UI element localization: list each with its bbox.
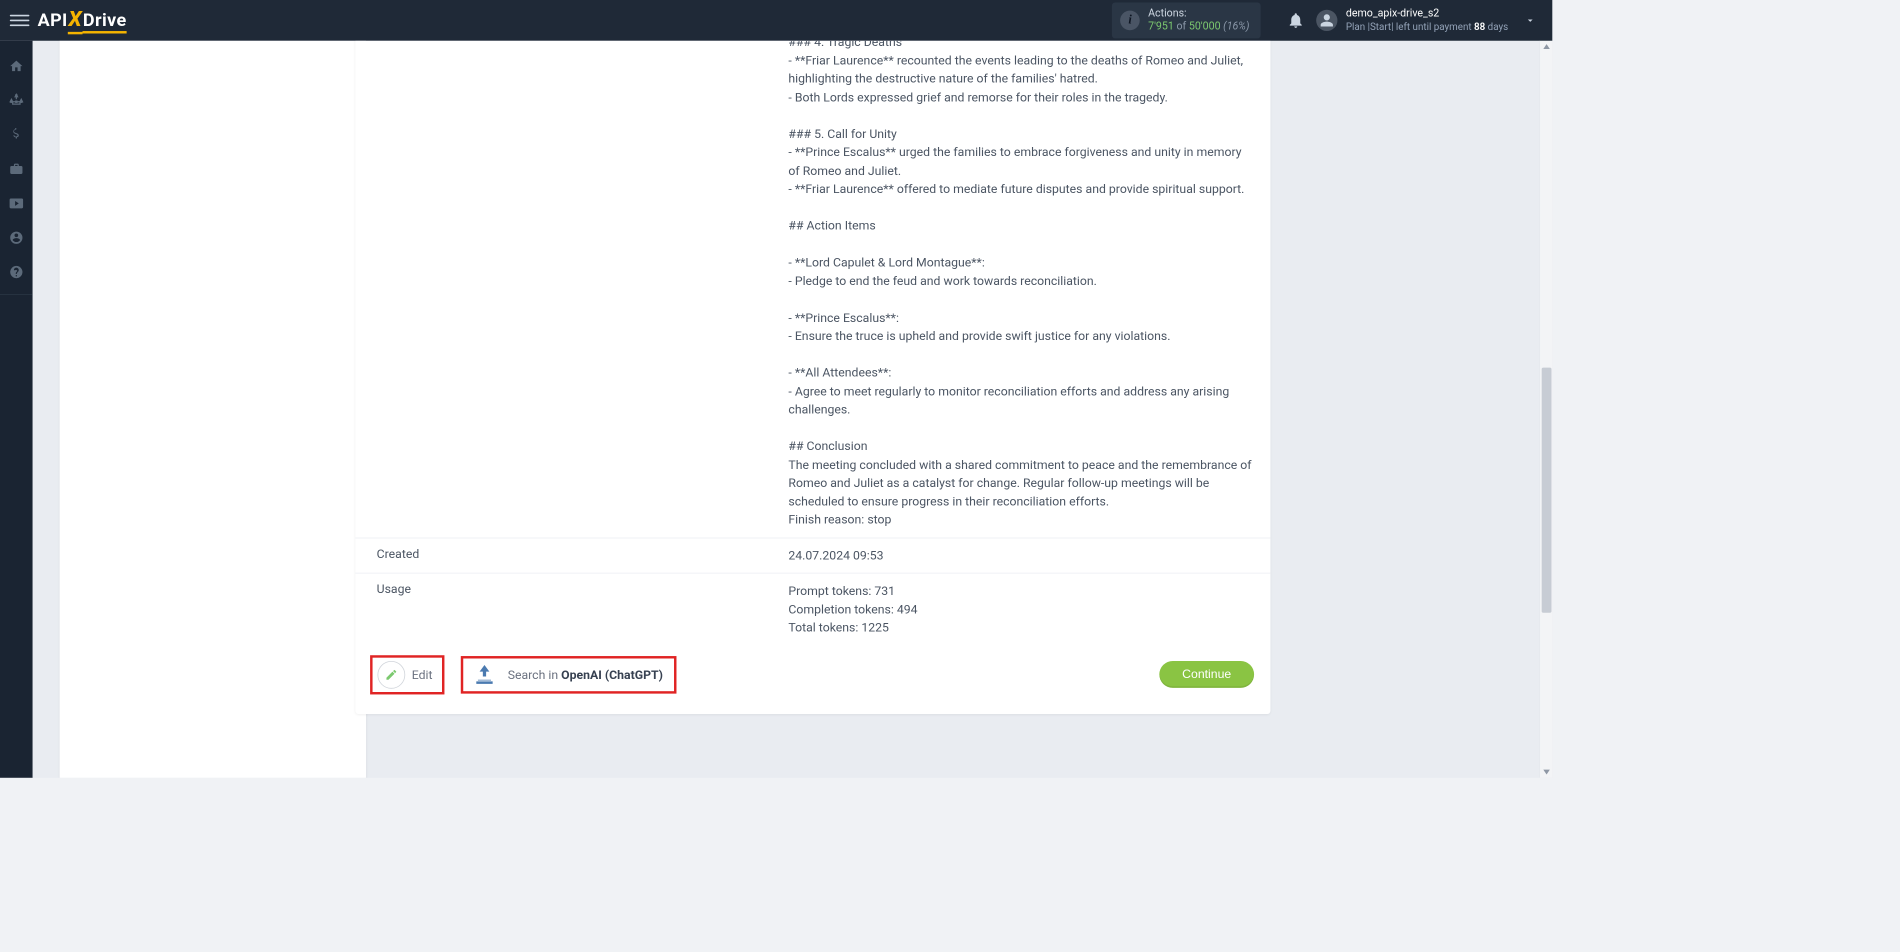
- field-choices-value: - He emphasized the potential of their l…: [788, 41, 1254, 529]
- logo-text-2: Drive: [83, 10, 127, 33]
- logo-text: API: [38, 10, 68, 30]
- search-in-openai-button[interactable]: Search in OpenAI (ChatGPT): [461, 656, 677, 694]
- field-created-row: Created 24.07.2024 09:53: [355, 537, 1270, 573]
- scroll-up-icon[interactable]: [1543, 44, 1550, 49]
- field-created-value: 24.07.2024 09:53: [788, 546, 1254, 564]
- left-panel: [60, 41, 366, 778]
- detail-panel: Choices - He emphasized the potential of…: [355, 41, 1270, 714]
- notifications-icon[interactable]: [1287, 11, 1305, 29]
- field-choices-row: Choices - He emphasized the potential of…: [355, 41, 1270, 537]
- menu-toggle-button[interactable]: [10, 11, 30, 31]
- user-menu[interactable]: demo_apix-drive_s2 Plan |Start| left unt…: [1316, 8, 1545, 34]
- sidebar: [0, 41, 33, 778]
- info-icon: i: [1120, 11, 1140, 31]
- sidebar-billing[interactable]: [0, 119, 33, 150]
- chevron-down-icon: [1525, 15, 1536, 26]
- sidebar-help[interactable]: [0, 257, 33, 288]
- topbar: APIXDrive i Actions: 7'951 of 50'000 (16…: [0, 0, 1552, 41]
- sidebar-account[interactable]: [0, 222, 33, 253]
- field-created-label: Created: [355, 546, 788, 564]
- sidebar-connections[interactable]: [0, 85, 33, 116]
- logo-x: X: [68, 7, 83, 34]
- user-text: demo_apix-drive_s2 Plan |Start| left unt…: [1346, 8, 1508, 34]
- main-content: Choices - He emphasized the potential of…: [33, 41, 1553, 778]
- field-usage-value: Prompt tokens: 731 Completion tokens: 49…: [788, 582, 1254, 637]
- edit-button-group[interactable]: Edit: [370, 655, 445, 694]
- sidebar-briefcase[interactable]: [0, 154, 33, 185]
- logo[interactable]: APIXDrive: [38, 7, 127, 34]
- scrollbar[interactable]: [1539, 41, 1552, 778]
- scroll-down-icon[interactable]: [1543, 770, 1550, 775]
- actions-text: Actions: 7'951 of 50'000 (16%): [1148, 8, 1249, 33]
- sidebar-video[interactable]: [0, 188, 33, 219]
- avatar-icon: [1316, 10, 1337, 31]
- footer-actions: Edit Search in OpenAI (ChatGPT) Continue: [355, 645, 1270, 694]
- edit-button-label: Edit: [412, 667, 433, 682]
- search-in-openai-label: Search in OpenAI (ChatGPT): [508, 667, 663, 682]
- field-usage-label: Usage: [355, 582, 788, 637]
- download-icon: [472, 661, 498, 687]
- edit-icon: [377, 661, 405, 689]
- sidebar-home[interactable]: [0, 51, 33, 82]
- scroll-thumb[interactable]: [1542, 368, 1552, 613]
- field-usage-row: Usage Prompt tokens: 731 Completion toke…: [355, 573, 1270, 645]
- actions-counter[interactable]: i Actions: 7'951 of 50'000 (16%): [1112, 3, 1261, 38]
- continue-button[interactable]: Continue: [1159, 661, 1254, 688]
